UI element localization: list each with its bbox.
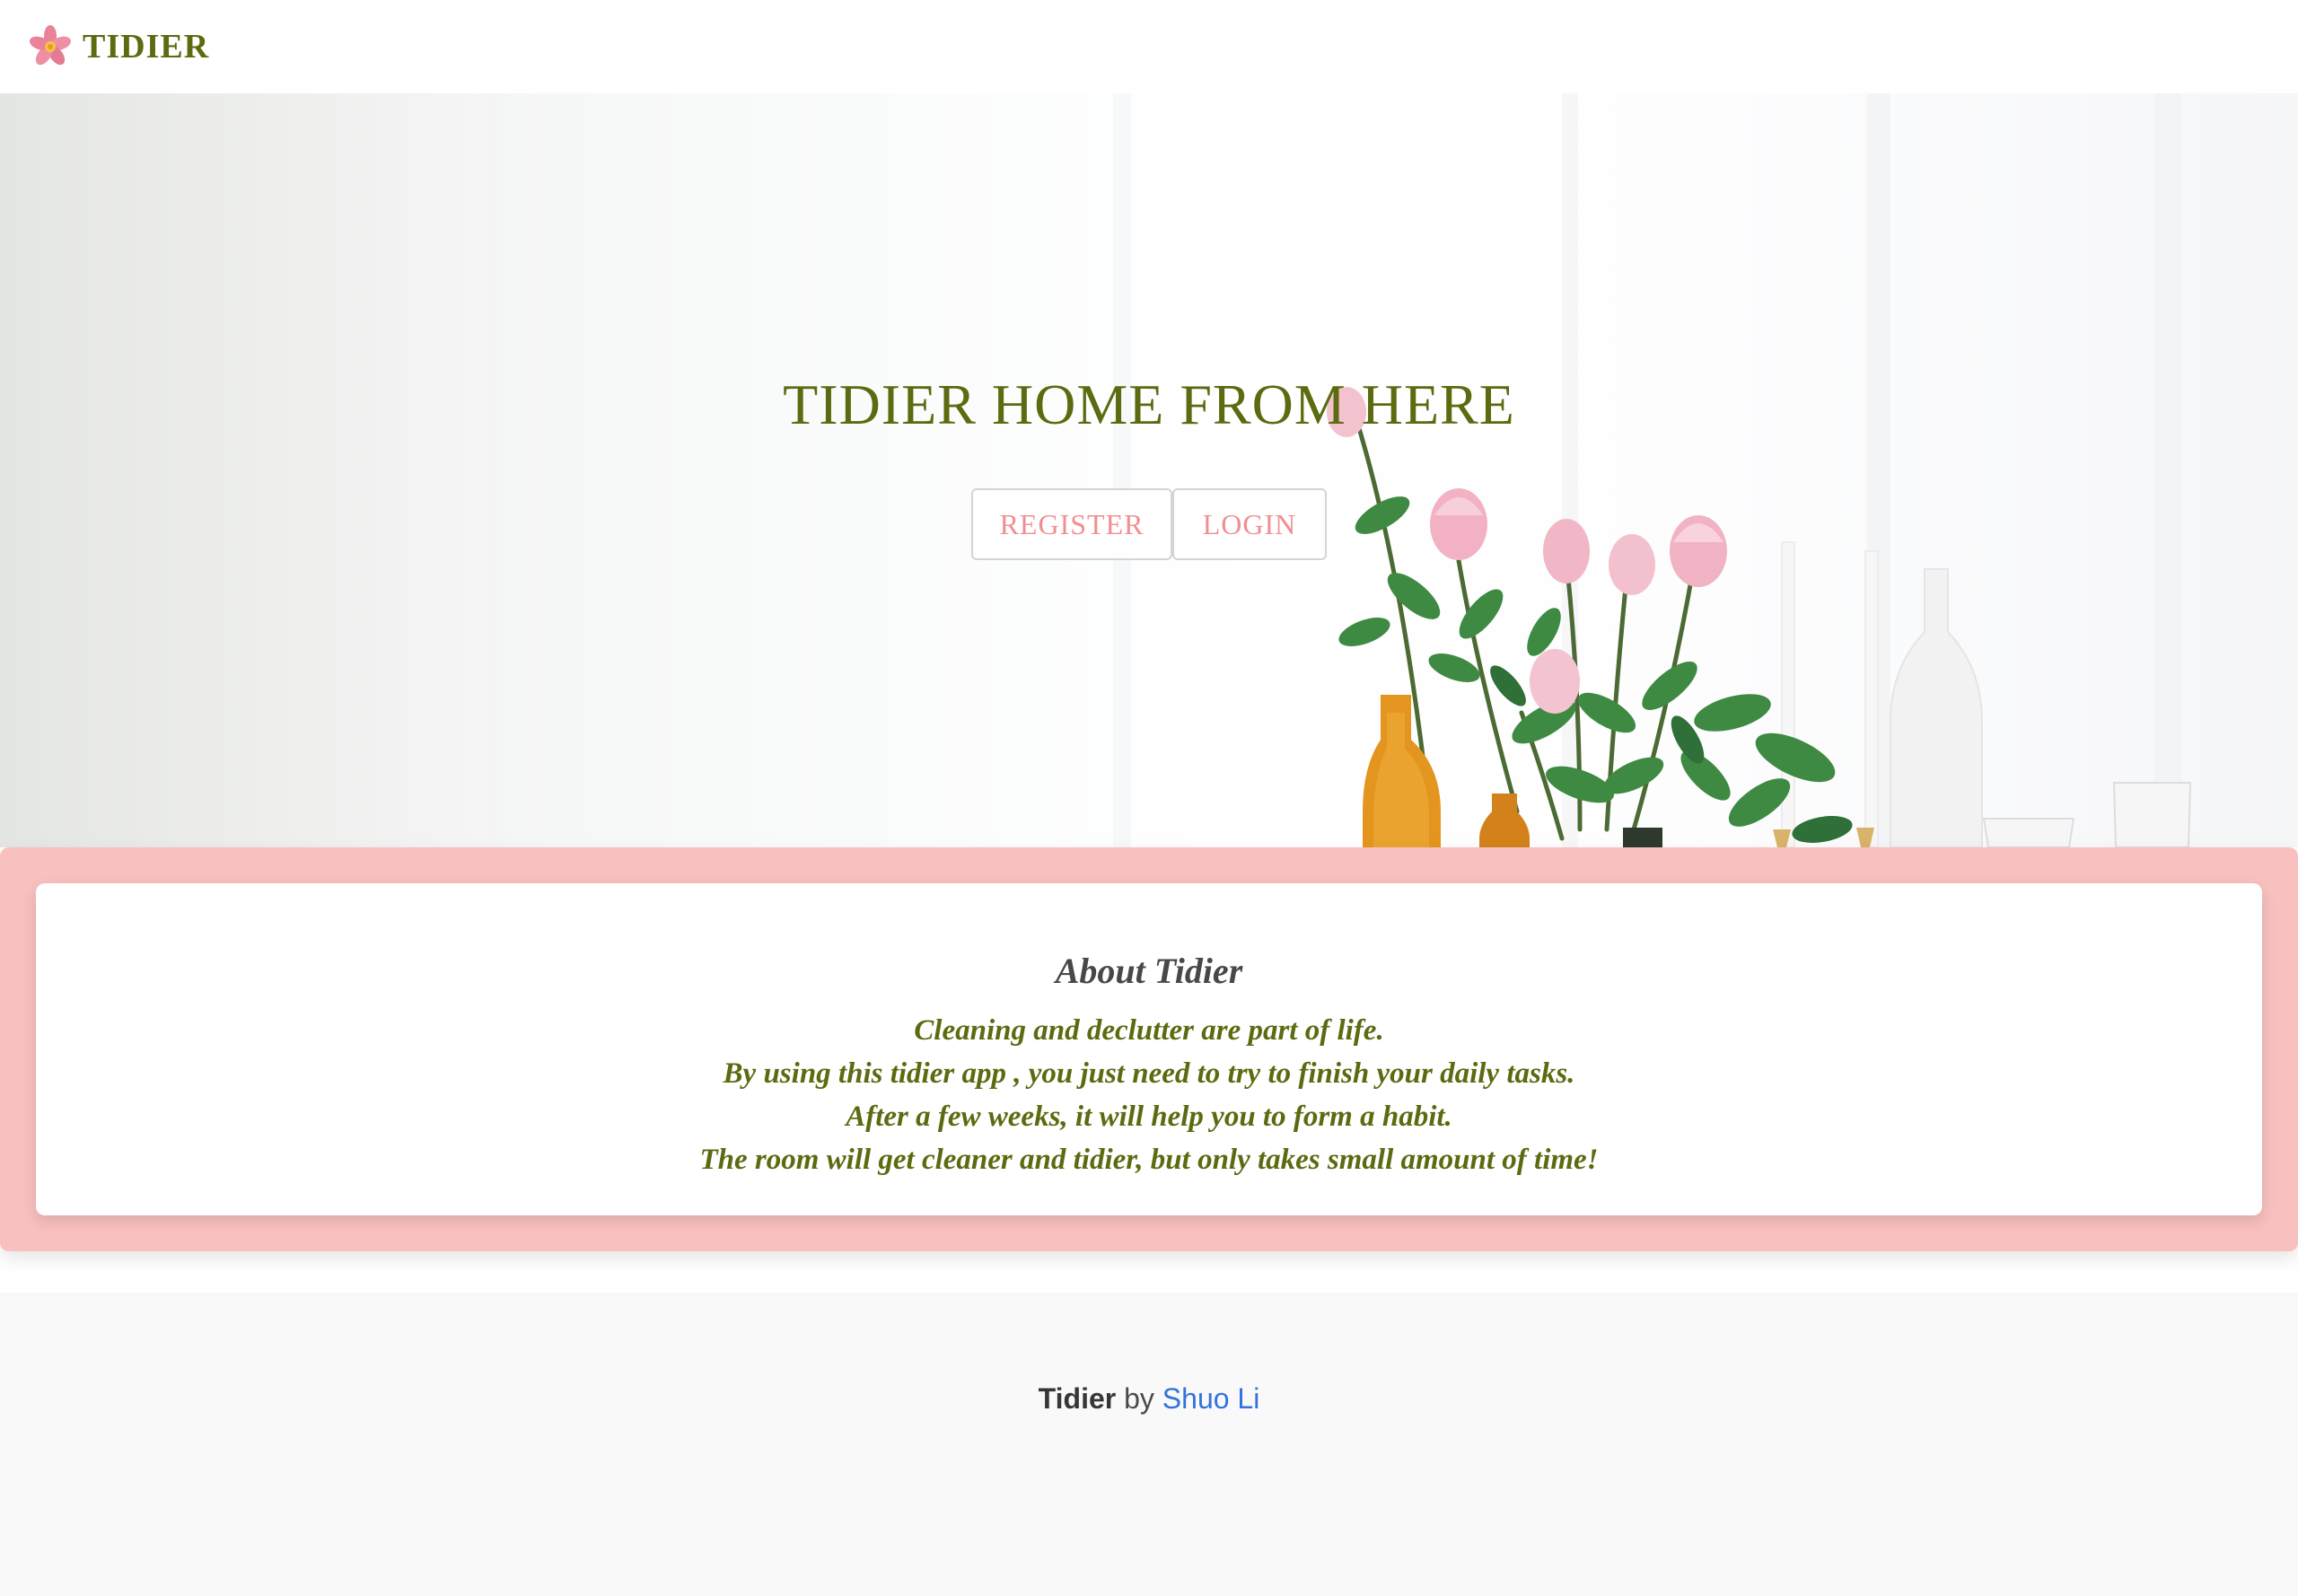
hero-section: TIDIER HOME FROM HERE REGISTER LOGIN [0,93,2298,847]
hero-background-image [485,93,2192,847]
login-button[interactable]: LOGIN [1172,488,1327,560]
about-title: About Tidier [1055,951,1243,991]
footer-by: by [1124,1382,1154,1415]
footer: Tidier by Shuo Li [0,1293,2298,1596]
author-link[interactable]: Shuo Li [1162,1382,1260,1415]
hero-buttons: REGISTER LOGIN [0,488,2298,560]
about-section: About Tidier Cleaning and declutter are … [0,847,2298,1251]
flower-icon [29,25,72,66]
hero-title: TIDIER HOME FROM HERE [783,373,1515,436]
about-description: Cleaning and declutter are part of life.… [36,1009,2262,1181]
about-line: By using this tidier app , you just need… [723,1057,1575,1090]
about-card: About Tidier Cleaning and declutter are … [36,883,2262,1215]
about-line: The room will get cleaner and tidier, bu… [699,1144,1599,1176]
about-line: After a few weeks, it will help you to f… [846,1101,1452,1133]
footer-credit: Tidier by Shuo Li [0,1382,2298,1416]
about-line: Cleaning and declutter are part of life. [914,1014,1384,1047]
brand-name: TIDIER [83,28,210,66]
brand-link[interactable]: TIDIER [27,23,209,70]
footer-brand: Tidier [1038,1382,1117,1415]
register-button[interactable]: REGISTER [971,488,1172,560]
navbar: TIDIER [0,0,2298,93]
